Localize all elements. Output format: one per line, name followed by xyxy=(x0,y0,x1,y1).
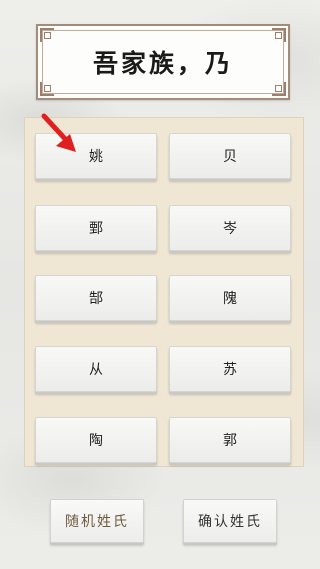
title-banner: 吾家族，乃 xyxy=(36,24,290,100)
surname-label: 鄄 xyxy=(89,221,103,237)
surname-option[interactable]: 苏 xyxy=(169,346,291,392)
page-title: 吾家族，乃 xyxy=(92,49,233,78)
surname-option[interactable]: 陶 xyxy=(35,417,157,463)
red-arrow-icon xyxy=(41,113,76,152)
surname-option[interactable]: 从 xyxy=(35,346,157,392)
surname-label: 岑 xyxy=(223,221,237,237)
surname-label: 郭 xyxy=(223,433,237,449)
surname-option[interactable]: 隗 xyxy=(169,275,291,321)
surname-option[interactable]: 岑 xyxy=(169,205,291,251)
random-surname-button[interactable]: 随机姓氏 xyxy=(50,499,144,543)
surname-option[interactable]: 贝 xyxy=(169,133,291,179)
surname-label: 陶 xyxy=(89,433,103,449)
surname-label: 郜 xyxy=(89,291,103,307)
surname-label: 隗 xyxy=(223,291,237,307)
surname-label: 苏 xyxy=(223,362,237,378)
surname-option[interactable]: 郜 xyxy=(35,275,157,321)
confirm-surname-button[interactable]: 确认姓氏 xyxy=(183,499,277,543)
surname-label: 从 xyxy=(89,362,103,378)
surname-label: 贝 xyxy=(223,149,237,165)
surname-option[interactable]: 鄄 xyxy=(35,205,157,251)
surname-option[interactable]: 郭 xyxy=(169,417,291,463)
surname-label: 姚 xyxy=(89,149,103,165)
